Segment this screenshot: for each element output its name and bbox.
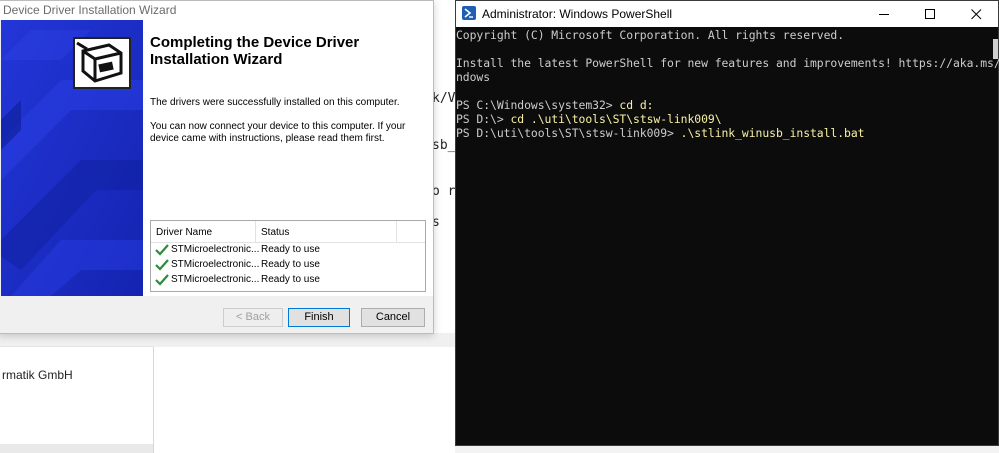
device-icon [73, 37, 131, 89]
minimize-button[interactable] [861, 1, 907, 27]
wizard-content: Completing the Device Driver Installatio… [143, 20, 433, 296]
table-row[interactable]: STMicroelectronic... Ready to use [151, 258, 425, 273]
console-line: Copyright (C) Microsoft Corporation. All… [456, 28, 845, 42]
maximize-icon [925, 9, 935, 19]
background-text-fragment: k/V [432, 91, 456, 106]
powershell-title-bar[interactable]: Administrator: Windows PowerShell [456, 1, 998, 27]
console-prompt: PS D:\uti\tools\ST\stsw-link009> [456, 126, 681, 140]
driver-list-table[interactable]: Driver Name Status STMicroelectronic... … [150, 220, 426, 292]
column-header-status[interactable]: Status [261, 227, 289, 238]
driver-status: Ready to use [261, 259, 320, 270]
console-line: Install the latest PowerShell for new fe… [456, 56, 999, 70]
powershell-console[interactable]: Copyright (C) Microsoft Corporation. All… [456, 27, 999, 447]
console-line: PS C:\Windows\system32> cd d: [456, 98, 988, 112]
company-text: rmatik GmbH [2, 368, 73, 382]
column-divider [255, 221, 256, 243]
console-line: ndows [456, 70, 491, 84]
column-header-driver-name[interactable]: Driver Name [156, 227, 212, 238]
console-command: .\stlink_winusb_install.bat [680, 126, 865, 140]
console-line: PS D:\uti\tools\ST\stsw-link009> .\stlin… [456, 126, 988, 140]
background-band [0, 333, 455, 347]
driver-name: STMicroelectronic... [171, 259, 260, 270]
column-divider [396, 221, 397, 243]
wizard-side-banner [1, 20, 143, 296]
background-text-fragment: sb_ [432, 138, 456, 153]
cancel-button[interactable]: Cancel [361, 308, 425, 327]
background-text-fragment: o r [432, 184, 456, 199]
driver-status: Ready to use [261, 244, 320, 255]
checkmark-icon [155, 274, 169, 286]
powershell-icon [462, 6, 476, 20]
wizard-heading: Completing the Device Driver Installatio… [150, 34, 360, 68]
table-row[interactable]: STMicroelectronic... Ready to use [151, 273, 425, 288]
powershell-title: Administrator: Windows PowerShell [482, 7, 673, 21]
driver-install-wizard: Device Driver Installation Wizard Comple… [0, 0, 434, 334]
driver-name: STMicroelectronic... [171, 244, 260, 255]
powershell-window: Administrator: Windows PowerShell Copyri… [455, 0, 999, 446]
wizard-title-bar[interactable]: Device Driver Installation Wizard [0, 1, 433, 20]
table-row[interactable]: STMicroelectronic... Ready to use [151, 243, 425, 258]
back-button[interactable]: < Back [223, 308, 283, 327]
table-header: Driver Name Status [151, 221, 425, 243]
close-button[interactable] [953, 1, 999, 27]
finish-button[interactable]: Finish [288, 308, 350, 327]
checkmark-icon [155, 259, 169, 271]
driver-name: STMicroelectronic... [171, 274, 260, 285]
background-strip [0, 444, 153, 453]
minimize-icon [879, 14, 889, 15]
console-prompt: PS C:\Windows\system32> [456, 98, 620, 112]
instructions-message: You can now connect your device to this … [150, 121, 406, 144]
console-command: cd d: [619, 98, 654, 112]
driver-status: Ready to use [261, 274, 320, 285]
background-panel: rmatik GmbH [0, 346, 153, 444]
scrollbar-thumb[interactable] [993, 39, 998, 59]
console-command: cd .\uti\tools\ST\stsw-link009\ [510, 112, 722, 126]
console-line: PS D:\> cd .\uti\tools\ST\stsw-link009\ [456, 112, 988, 126]
close-icon [971, 9, 982, 20]
maximize-button[interactable] [907, 1, 953, 27]
checkmark-icon [155, 244, 169, 256]
success-message: The drivers were successfully installed … [150, 97, 400, 108]
console-prompt: PS D:\> [456, 112, 511, 126]
